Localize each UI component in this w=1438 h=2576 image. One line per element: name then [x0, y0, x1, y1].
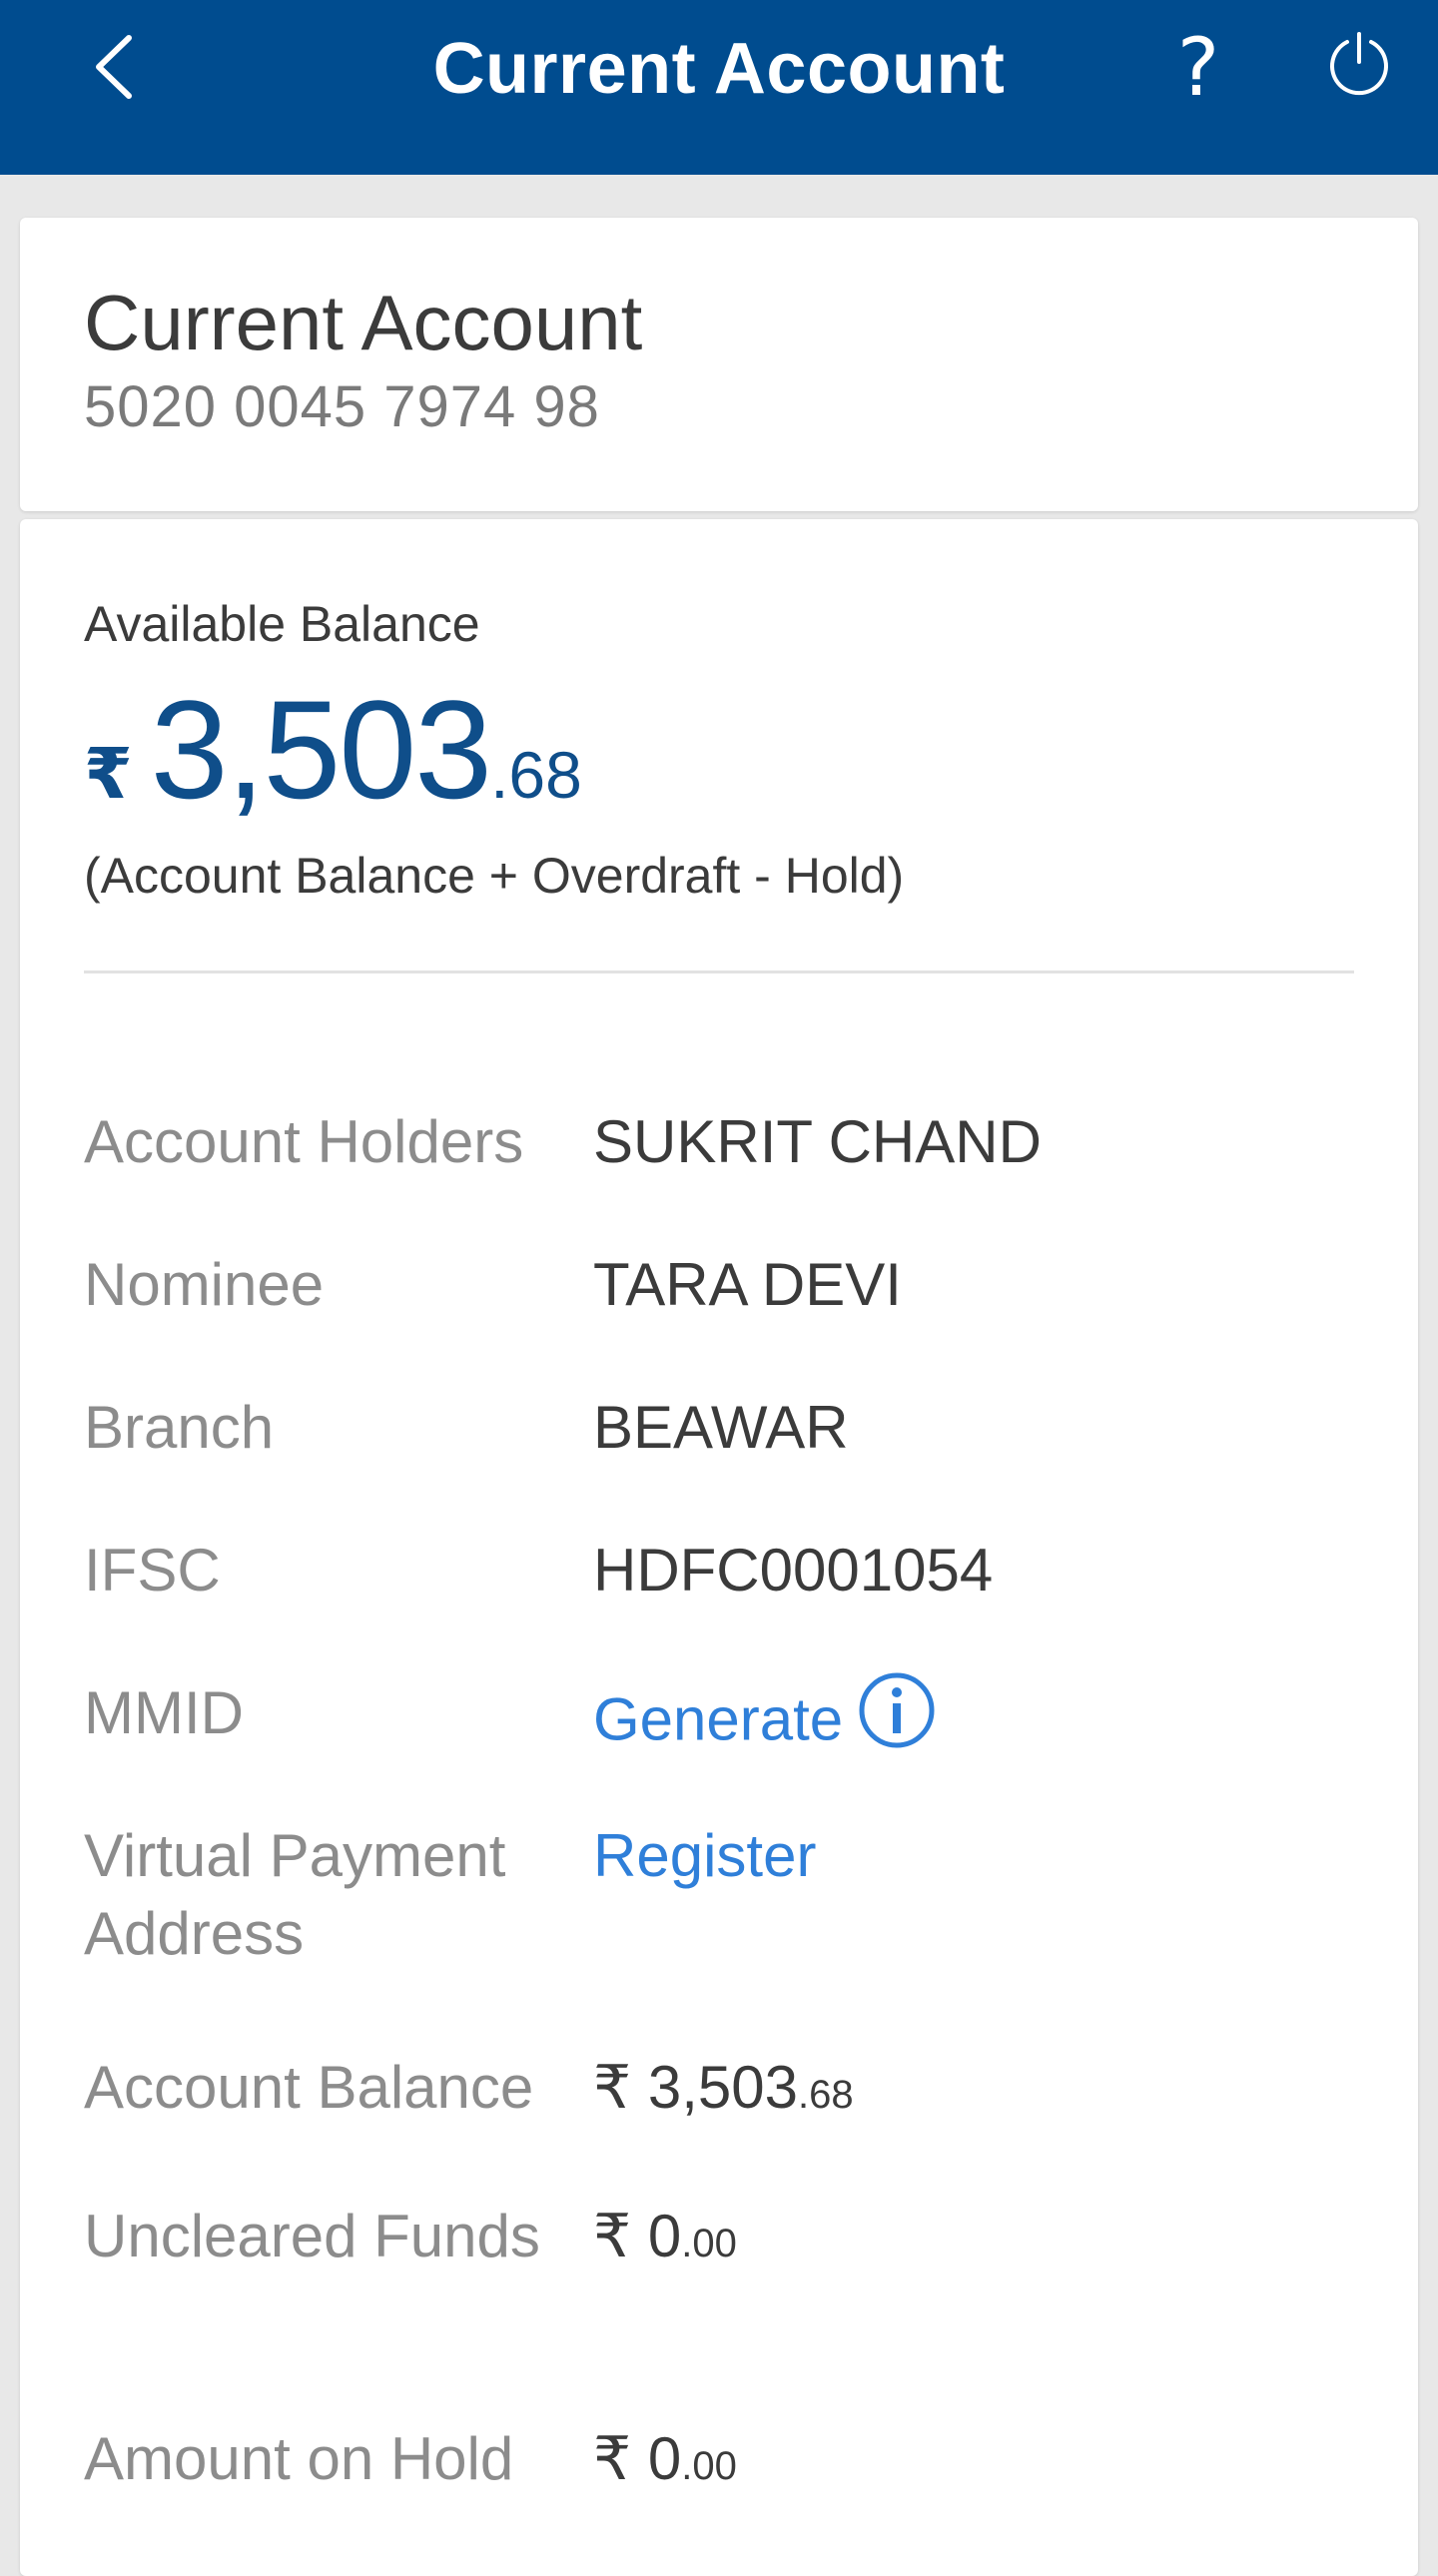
available-balance-label: Available Balance: [84, 596, 480, 652]
uncleared-funds-label: Uncleared Funds: [84, 2203, 540, 2269]
nominee-label: Nominee: [84, 1251, 325, 1318]
amount-on-hold-decimal: .00: [681, 2444, 737, 2488]
logout-button[interactable]: [1320, 24, 1398, 102]
rupee-symbol: ₹: [593, 2054, 632, 2121]
vpa-label: Virtual Payment Address: [84, 1822, 506, 1967]
nominee-value: TARA DEVI: [593, 1251, 902, 1318]
ifsc-value: HDFC0001054: [593, 1537, 994, 1604]
balance-formula-note: (Account Balance + Overdraft - Hold): [84, 848, 905, 904]
mmid-label: MMID: [84, 1679, 244, 1746]
available-balance-main: 3,503: [150, 671, 492, 828]
rupee-symbol: ₹: [593, 2425, 632, 2492]
generate-mmid-link[interactable]: Generate: [593, 1685, 843, 1752]
available-balance-amount: ₹ 3,503 .68: [84, 669, 582, 831]
uncleared-funds-value: ₹ 0.00: [593, 2198, 737, 2282]
account-balance-decimal: .68: [798, 2073, 854, 2117]
account-details-card: Available Balance ₹ 3,503 .68 (Account B…: [20, 519, 1418, 2576]
divider: [84, 970, 1354, 973]
info-icon[interactable]: [857, 1670, 937, 1769]
ifsc-label: IFSC: [84, 1537, 221, 1604]
account-balance-main: 3,503: [647, 2054, 799, 2121]
register-vpa-link[interactable]: Register: [593, 1817, 816, 1895]
power-icon: [1330, 32, 1388, 96]
rupee-symbol: ₹: [84, 735, 133, 813]
account-balance-value: ₹ 3,503.68: [593, 2049, 854, 2134]
account-holders-label: Account Holders: [84, 1108, 524, 1175]
account-name: Current Account: [84, 279, 643, 366]
branch-value: BEAWAR: [593, 1394, 849, 1461]
amount-on-hold-main: 0: [647, 2425, 682, 2492]
amount-on-hold-label: Amount on Hold: [84, 2425, 514, 2492]
uncleared-funds-decimal: .00: [681, 2222, 737, 2265]
rupee-symbol: ₹: [593, 2203, 632, 2269]
mmid-value: Generate: [593, 1672, 937, 1773]
app-header: Current Account ?: [0, 0, 1438, 175]
account-summary-card: Current Account 5020 0045 7974 98: [20, 218, 1418, 511]
branch-label: Branch: [84, 1394, 275, 1461]
available-balance-decimal: .68: [490, 738, 582, 812]
amount-on-hold-value: ₹ 0.00: [593, 2420, 737, 2505]
account-balance-label: Account Balance: [84, 2054, 534, 2121]
help-icon[interactable]: ?: [1158, 18, 1238, 118]
account-number: 5020 0045 7974 98: [84, 374, 600, 439]
account-holders-value: SUKRIT CHAND: [593, 1108, 1042, 1175]
uncleared-funds-main: 0: [647, 2203, 682, 2269]
